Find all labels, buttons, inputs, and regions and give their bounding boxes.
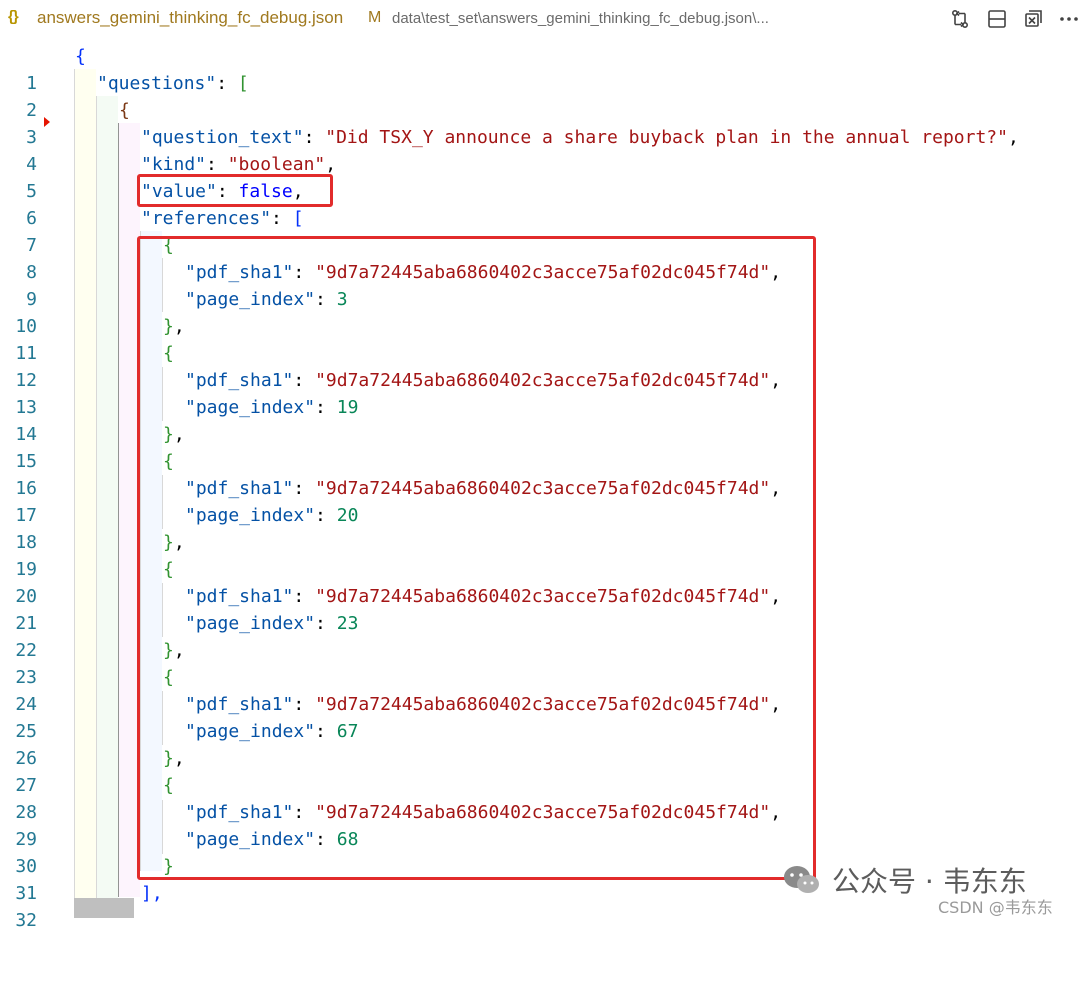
value-highlight-box: [137, 174, 333, 207]
source-control-compare-icon[interactable]: [947, 6, 973, 32]
breadcrumb-path[interactable]: data\test_set\answers_gemini_thinking_fc…: [392, 10, 769, 27]
code-line[interactable]: 3 {: [0, 97, 1080, 148]
code-line[interactable]: 1 {: [0, 43, 1080, 94]
references-key: "references": [141, 208, 272, 229]
more-actions-icon[interactable]: [1056, 6, 1080, 32]
modified-indicator: M: [368, 9, 382, 26]
collapse-all-icon[interactable]: [1020, 6, 1046, 32]
json-file-icon: {}: [8, 8, 19, 25]
code-editor[interactable]: 1 { 2 "questions": [ 3 { 4 "question_tex…: [0, 42, 1080, 931]
horizontal-scrollbar-thumb[interactable]: [74, 898, 134, 918]
open-brace: {: [75, 46, 86, 67]
code-line[interactable]: 2 "questions": [: [0, 70, 1080, 121]
kind-key: "kind": [141, 154, 207, 175]
wechat-icon: [784, 866, 819, 893]
question-text-key: "question_text": [141, 127, 304, 148]
tab-file-name[interactable]: answers_gemini_thinking_fc_debug.json: [37, 8, 343, 28]
csdn-credit: CSDN @韦东东: [938, 898, 1053, 917]
line-number: 32: [15, 910, 37, 931]
open-brace: {: [119, 100, 130, 121]
close-bracket: ],: [141, 883, 163, 904]
code-line[interactable]: 7 "references": [: [0, 205, 1080, 256]
open-bracket: [: [237, 73, 249, 94]
open-bracket: [: [292, 208, 304, 229]
questions-key: "questions": [97, 73, 217, 94]
editor-tab-header: {} answers_gemini_thinking_fc_debug.json…: [0, 0, 1080, 38]
split-editor-icon[interactable]: [984, 6, 1010, 32]
code-line[interactable]: 4 "question_text": "Did TSX_Y announce a…: [0, 124, 1080, 175]
references-highlight-box: [137, 236, 816, 880]
question-text-value: "Did TSX_Y announce a share buyback plan…: [325, 127, 1008, 148]
kind-value: "boolean": [227, 154, 326, 175]
